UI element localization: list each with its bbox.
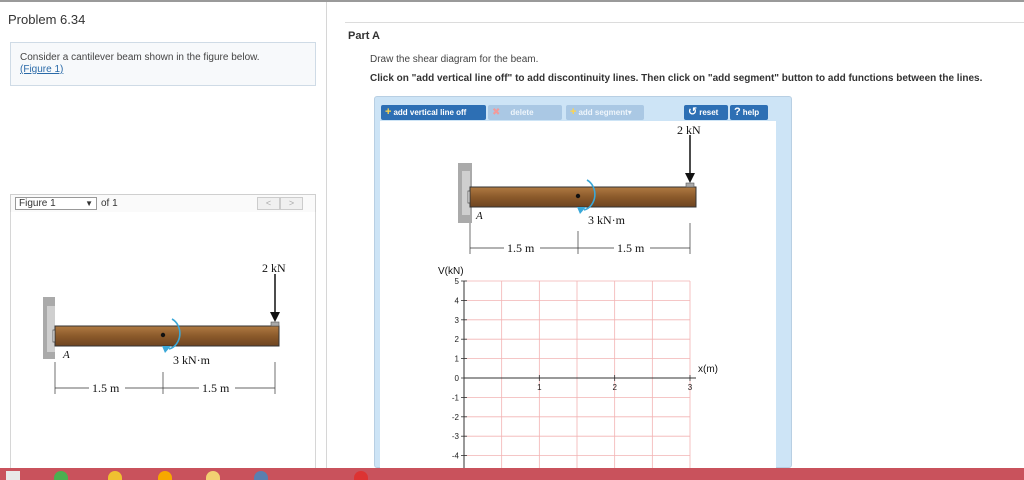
help-button[interactable]: ? help [730, 105, 768, 120]
add-segment-label: add segment [578, 108, 628, 117]
y-tick-label: -4 [452, 452, 460, 461]
y-ticks: 5 4 3 2 1 0 -1 -2 -3 -4 [452, 277, 467, 461]
force-arrow-head [270, 312, 280, 322]
x-tick-label: 1 [537, 383, 542, 392]
figure-viewer: 2 kN 3 kN·m A 1.5 m 1.5 m [10, 212, 316, 470]
taskbar [0, 468, 1024, 480]
plus-icon: + [385, 106, 392, 118]
dim-label-2: 1.5 m [617, 241, 645, 255]
shear-diagram-canvas[interactable]: 2 kN 3 kN·m A 1.5 m 1.5 m 5 4 3 2 1 0 -1 -2 -3 -4… [380, 121, 776, 471]
add-segment-button[interactable]: + add segment▾ [566, 105, 644, 120]
y-tick-label: 4 [455, 296, 460, 305]
problem-title: Problem 6.34 [8, 12, 86, 27]
shear-graph[interactable]: 5 4 3 2 1 0 -1 -2 -3 -4 1 2 3 V(kN) x(m) [438, 266, 718, 471]
force-arrow-head [685, 173, 695, 183]
figure-select[interactable]: Figure 1 ▼ [15, 197, 97, 210]
figure-count: of 1 [101, 198, 118, 209]
beam [469, 186, 697, 208]
y-tick-label: -1 [452, 393, 460, 402]
plus-icon: + [570, 106, 577, 118]
app-icon[interactable] [54, 471, 68, 480]
reset-icon: ↺ [688, 106, 698, 118]
y-axis-label: V(kN) [438, 266, 464, 277]
x-tick-label: 3 [688, 383, 693, 392]
figure-pager: < > [257, 197, 307, 210]
x-axis-label: x(m) [698, 364, 718, 375]
figure-link[interactable]: (Figure 1) [20, 64, 63, 75]
y-tick-label: 2 [455, 335, 460, 344]
y-tick-label: 3 [455, 316, 460, 325]
next-figure-button[interactable]: > [280, 197, 303, 210]
figure-select-value: Figure 1 [19, 198, 56, 209]
add-vertical-line-button[interactable]: + add vertical line off [381, 105, 486, 120]
instruction-bold-text: Click on "add vertical line off" to add … [370, 73, 983, 84]
moment-point [575, 193, 581, 199]
chevron-down-icon: ▾ [627, 108, 632, 117]
x-tick-label: 2 [612, 383, 617, 392]
part-label: Part A [348, 30, 380, 42]
graph-grid [463, 280, 691, 471]
y-tick-label: 1 [455, 355, 460, 364]
drawing-canvas[interactable]: 2 kN 3 kN·m A 1.5 m 1.5 m 5 4 3 2 1 0 -1 -2 -3 -4… [380, 121, 776, 471]
drawing-tool-panel: 2 kN 3 kN·m A 1.5 m 1.5 m 5 4 3 2 1 0 -1 -2 -3 -4… [374, 96, 792, 471]
chevron-down-icon: ▼ [85, 199, 93, 208]
dim-label-1: 1.5 m [507, 241, 535, 255]
moment-label: 3 kN·m [588, 213, 626, 227]
figure-nav: Figure 1 ▼ of 1 < > [10, 194, 316, 213]
app-icon[interactable] [354, 471, 368, 480]
app-icon[interactable] [158, 471, 172, 480]
force-label: 2 kN [262, 261, 286, 275]
prev-figure-button[interactable]: < [257, 197, 280, 210]
browser-icon[interactable] [108, 471, 122, 480]
beam [54, 325, 280, 347]
part-divider [345, 22, 1024, 23]
y-tick-label: -3 [452, 432, 460, 441]
folder-icon[interactable] [206, 471, 220, 480]
wall-face [47, 306, 55, 352]
y-tick-label: -2 [452, 413, 460, 422]
load-plate [270, 321, 280, 327]
problem-intro: Consider a cantilever beam shown in the … [10, 42, 316, 86]
y-tick-label: 0 [455, 374, 460, 383]
start-icon[interactable] [6, 471, 20, 480]
help-icon: ? [734, 106, 741, 118]
add-vertical-line-label: add vertical line off [393, 108, 467, 117]
force-label: 2 kN [677, 123, 701, 137]
moment-label: 3 kN·m [173, 353, 211, 367]
delete-button[interactable]: ✖ delete [488, 105, 562, 120]
reset-button[interactable]: ↺ reset [684, 105, 728, 120]
help-label: help [742, 108, 760, 117]
instruction-text: Draw the shear diagram for the beam. [370, 54, 539, 65]
app-icon[interactable] [254, 471, 268, 480]
close-icon: ✖ [492, 107, 501, 118]
reset-label: reset [699, 108, 719, 117]
y-tick-label: 5 [455, 277, 460, 286]
beam-figure: 2 kN 3 kN·m A 1.5 m 1.5 m [43, 261, 286, 395]
load-plate [685, 182, 695, 188]
dim-label-1: 1.5 m [92, 381, 120, 395]
intro-text: Consider a cantilever beam shown in the … [20, 52, 260, 63]
support-label: A [62, 349, 70, 361]
dim-label-2: 1.5 m [202, 381, 230, 395]
delete-label: delete [510, 108, 534, 117]
support-label: A [475, 210, 483, 222]
moment-point [160, 332, 166, 338]
problem-panel: Problem 6.34 Consider a cantilever beam … [0, 2, 327, 470]
